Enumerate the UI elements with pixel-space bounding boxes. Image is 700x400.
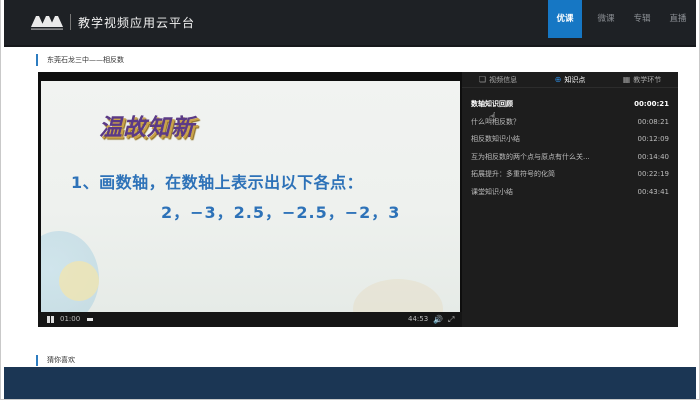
breadcrumb: 东莞石龙三中——相反数 bbox=[36, 54, 124, 66]
tab-knowledge-points[interactable]: ⊕ 知识点 bbox=[534, 72, 606, 87]
logo-divider bbox=[70, 14, 71, 30]
main-nav: 优课 微课 专辑 直播 bbox=[548, 0, 696, 38]
knowledge-item[interactable]: 互为相反数的两个点与原点有什么关... 00:14:40 bbox=[471, 152, 669, 170]
nav-item-album[interactable]: 专辑 bbox=[624, 0, 660, 38]
knowledge-time: 00:08:21 bbox=[637, 117, 669, 126]
knowledge-item[interactable]: 拓展提升：多重符号的化简 00:22:19 bbox=[471, 169, 669, 187]
knowledge-time: 00:00:21 bbox=[634, 100, 669, 108]
panel-tabs: ❏ 视频信息 ⊕ 知识点 ▦ 教学环节 bbox=[462, 72, 678, 88]
slide-points: 2，−3，2.5，−2.5，−2，3 bbox=[161, 203, 401, 222]
knowledge-title: 课堂知识小结 bbox=[471, 187, 513, 196]
fullscreen-icon[interactable]: ⤢ bbox=[448, 315, 454, 324]
knowledge-time: 00:12:09 bbox=[637, 135, 669, 143]
hand-cursor-icon: ☝ bbox=[489, 110, 497, 124]
video-info-icon: ❏ bbox=[478, 75, 487, 84]
pause-icon[interactable] bbox=[46, 315, 55, 324]
tab-label: 教学环节 bbox=[633, 75, 662, 84]
footer-bar bbox=[4, 367, 696, 400]
tab-label: 知识点 bbox=[564, 75, 586, 84]
duration: 44:53 bbox=[408, 315, 429, 323]
logo-icon[interactable] bbox=[30, 13, 64, 31]
progress-thumb[interactable] bbox=[87, 318, 93, 321]
knowledge-time: 00:43:41 bbox=[637, 187, 669, 196]
player-controls: 01:00 44:53 🔊 ⤢ bbox=[38, 312, 462, 327]
platform-title: 教学视频应用云平台 bbox=[78, 16, 196, 30]
tab-video-info[interactable]: ❏ 视频信息 bbox=[462, 72, 534, 87]
section-title-recommend: 猜你喜欢 bbox=[36, 355, 75, 366]
knowledge-item[interactable]: 课堂知识小结 00:43:41 bbox=[471, 187, 669, 205]
knowledge-title: 拓展提升：多重符号的化简 bbox=[471, 170, 555, 178]
volume-icon[interactable]: 🔊 bbox=[433, 315, 443, 324]
nav-item-live[interactable]: 直播 bbox=[660, 0, 696, 38]
knowledge-item[interactable]: 数轴知识回顾 00:00:21 bbox=[471, 99, 669, 117]
knowledge-time: 00:22:19 bbox=[637, 170, 669, 178]
knowledge-item[interactable]: 相反数知识小结 00:12:09 bbox=[471, 134, 669, 152]
nav-item-youke[interactable]: 优课 bbox=[548, 0, 582, 38]
nav-item-weike[interactable]: 微课 bbox=[588, 0, 624, 38]
knowledge-list: 数轴知识回顾 00:00:21 什么叫相反数？ 00:08:21 相反数知识小结… bbox=[471, 99, 669, 204]
tab-teaching-steps[interactable]: ▦ 教学环节 bbox=[606, 72, 678, 87]
sun-decoration bbox=[59, 261, 99, 301]
video-player[interactable]: 温故知新 1、画数轴，在数轴上表示出以下各点： 2，−3，2.5，−2.5，−2… bbox=[38, 72, 462, 327]
knowledge-item[interactable]: 什么叫相反数？ 00:08:21 bbox=[471, 117, 669, 135]
slide-title: 温故知新 bbox=[99, 114, 195, 141]
balloon-decoration bbox=[353, 279, 443, 312]
crosshair-icon: ⊕ bbox=[554, 75, 562, 84]
knowledge-title: 互为相反数的两个点与原点有什么关... bbox=[471, 152, 590, 161]
current-time: 01:00 bbox=[60, 315, 81, 323]
tab-label: 视频信息 bbox=[489, 75, 518, 84]
video-frame[interactable]: 温故知新 1、画数轴，在数轴上表示出以下各点： 2，−3，2.5，−2.5，−2… bbox=[41, 81, 460, 312]
knowledge-title: 相反数知识小结 bbox=[471, 135, 520, 143]
slide-question: 1、画数轴，在数轴上表示出以下各点： bbox=[71, 173, 364, 192]
grid-icon: ▦ bbox=[622, 75, 631, 84]
top-bar: 教学视频应用云平台 优课 微课 专辑 直播 bbox=[4, 0, 696, 47]
knowledge-time: 00:14:40 bbox=[637, 152, 669, 161]
